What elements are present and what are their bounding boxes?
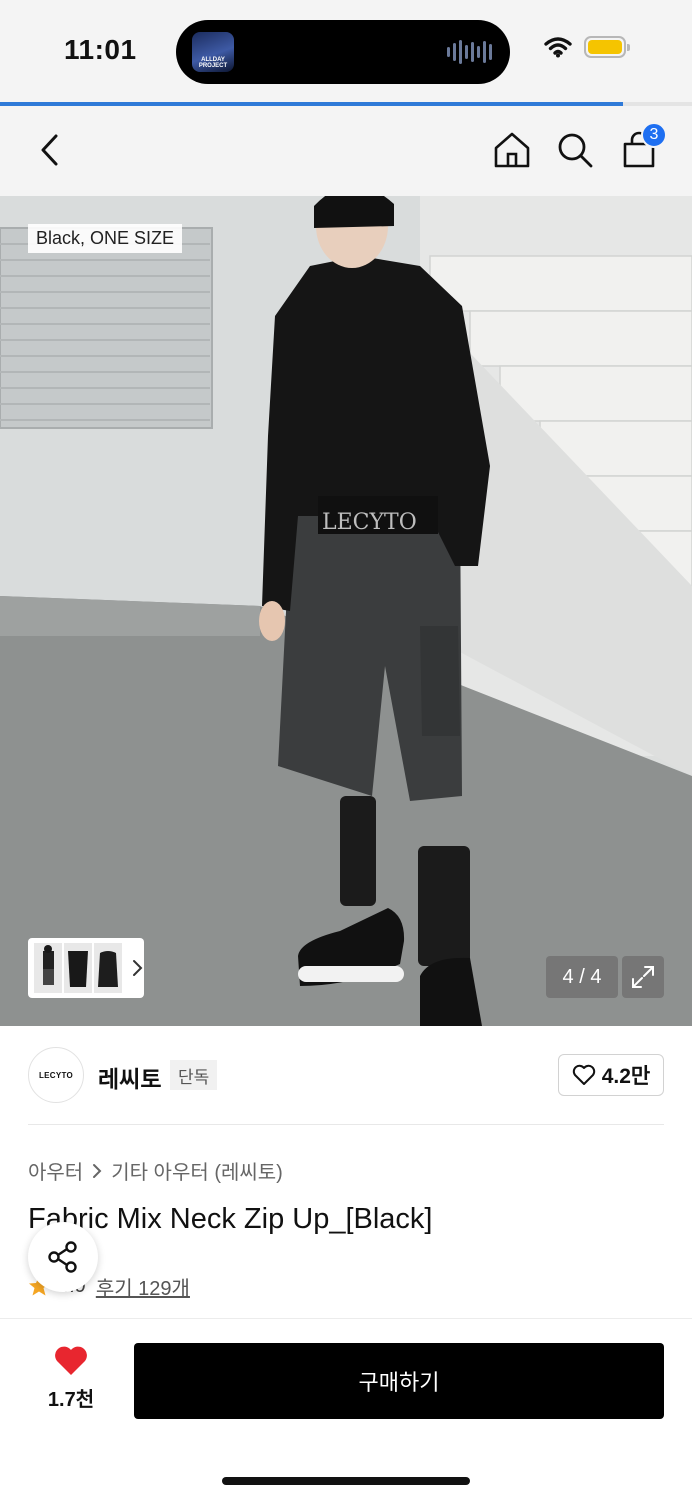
product-like-count: 1.7천 — [47, 1389, 95, 1411]
battery-level-fill — [588, 40, 622, 54]
breadcrumb: 아우터 기타 아우터 (레씨토) — [28, 1156, 283, 1185]
top-nav-bar: 3 — [0, 106, 692, 196]
status-icons — [544, 36, 630, 58]
svg-text:LECYTO: LECYTO — [322, 510, 417, 535]
now-playing-artwork: ALLDAY PROJECT — [192, 32, 234, 72]
brand-row: LECYTO 레씨토 단독 4.2만 — [28, 1046, 664, 1104]
product-photo: LECYTO — [0, 196, 692, 1026]
share-button[interactable] — [28, 1222, 98, 1292]
buy-button[interactable]: 구매하기 — [134, 1343, 664, 1419]
product-title: Fabric Mix Neck Zip Up_[Black] — [28, 1203, 433, 1235]
chevron-right-icon — [93, 1163, 102, 1178]
home-indicator — [222, 1477, 470, 1485]
bottom-action-bar: 1.7천 구매하기 — [0, 1318, 692, 1500]
dynamic-island[interactable]: ALLDAY PROJECT — [176, 20, 510, 84]
status-bar: 11:01 ALLDAY PROJECT — [0, 0, 692, 104]
audio-waveform-icon — [447, 40, 492, 64]
cart-button[interactable]: 3 — [615, 122, 667, 174]
brand-like-button[interactable]: 4.2만 — [558, 1054, 664, 1096]
divider — [28, 1124, 664, 1125]
review-link[interactable]: 후기 129개 — [96, 1272, 190, 1301]
chevron-right-icon — [133, 960, 143, 976]
chevron-left-icon — [41, 134, 58, 166]
thumbnail[interactable] — [94, 943, 122, 993]
option-tag: Black, ONE SIZE — [28, 224, 183, 253]
artwork-text: ALLDAY PROJECT — [198, 57, 228, 69]
wifi-icon — [544, 37, 572, 58]
breadcrumb-category[interactable]: 아우터 — [28, 1156, 83, 1185]
thumbnail[interactable] — [64, 943, 92, 993]
brand-logo[interactable]: LECYTO — [28, 1047, 84, 1103]
brand-name[interactable]: 레씨토 — [98, 1060, 161, 1094]
status-time: 11:01 — [64, 34, 137, 65]
expand-icon — [632, 966, 654, 988]
home-button[interactable] — [488, 126, 536, 174]
thumbnail[interactable] — [34, 943, 62, 993]
heart-filled-icon — [55, 1346, 87, 1375]
product-image[interactable]: LECYTO Black, ONE SIZE 4 / 4 — [0, 196, 692, 1026]
share-icon — [48, 1241, 77, 1273]
breadcrumb-subcategory[interactable]: 기타 아우터 (레씨토) — [111, 1156, 283, 1185]
expand-button[interactable] — [622, 956, 664, 998]
brand-like-count: 4.2만 — [601, 1065, 651, 1088]
search-icon — [558, 133, 593, 168]
exclusive-badge: 단독 — [170, 1060, 218, 1090]
cart-count-badge: 3 — [641, 122, 667, 148]
product-like-button[interactable]: 1.7천 — [28, 1345, 114, 1415]
heart-outline-icon — [572, 1064, 595, 1085]
thumbnail-strip[interactable] — [28, 938, 144, 998]
image-counter: 4 / 4 — [546, 956, 618, 998]
battery-icon — [584, 36, 630, 58]
search-button[interactable] — [551, 126, 599, 174]
back-button[interactable] — [26, 126, 74, 174]
home-icon — [494, 132, 530, 168]
